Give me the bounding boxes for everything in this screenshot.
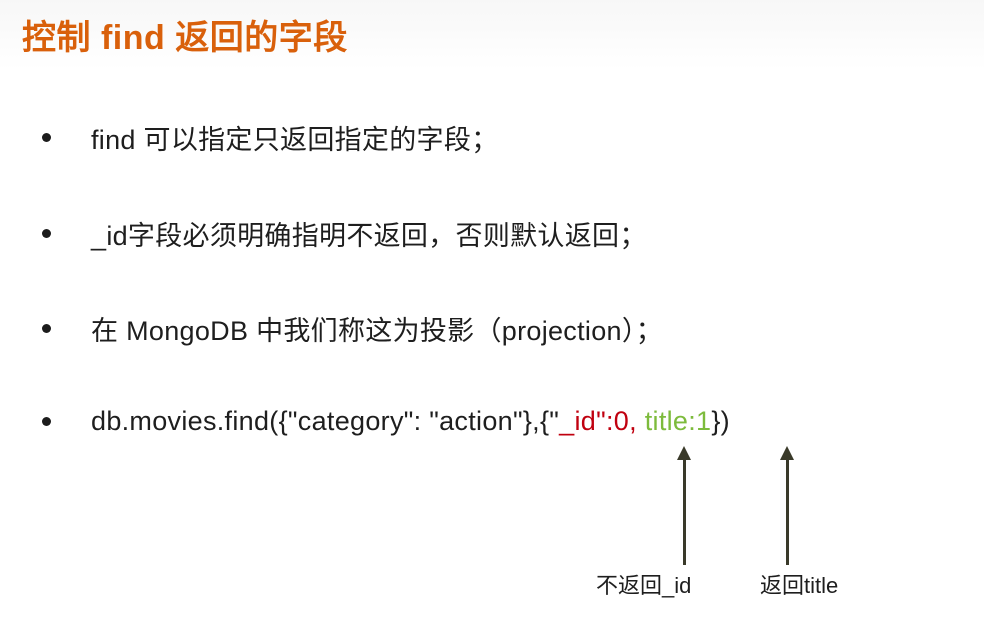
bullet-item: _id字段必须明确指明不返回，否则默认返回； — [42, 213, 647, 253]
code-bullet-item: db.movies.find({"category": "action"},{"… — [42, 401, 730, 441]
annotation-include-title: 返回title — [760, 573, 839, 598]
bullet-item: 在 MongoDB 中我们称这为投影（projection）； — [42, 308, 663, 348]
arrow-shaft — [786, 458, 789, 565]
bullet-text: 在 MongoDB 中我们称这为投影（projection）； — [91, 315, 663, 346]
code-title-projection: title:1 — [644, 405, 712, 436]
bullet-item: find 可以指定只返回指定的字段； — [42, 117, 498, 157]
slide: 控制 find 返回的字段 find 可以指定只返回指定的字段； _id字段必须… — [0, 0, 984, 644]
bullet-list: find 可以指定只返回指定的字段； _id字段必须明确指明不返回，否则默认返回… — [0, 0, 984, 644]
bullet-text: _id字段必须明确指明不返回，否则默认返回； — [91, 220, 647, 251]
bullet-dot-icon — [42, 323, 51, 333]
bullet-dot-icon — [42, 132, 51, 142]
code-suffix: }) — [711, 405, 730, 436]
code-example: db.movies.find({"category": "action"},{"… — [91, 406, 730, 437]
code-separator — [637, 406, 645, 436]
bullet-text: find 可以指定只返回指定的字段； — [91, 124, 499, 155]
code-prefix: db.movies.find({"category": "action"},{" — [91, 405, 560, 436]
annotation-exclude-id: 不返回_id — [596, 573, 692, 598]
arrow-shaft — [683, 458, 686, 565]
code-id-projection: _id":0, — [559, 405, 637, 436]
bullet-dot-icon — [42, 416, 51, 426]
bullet-dot-icon — [42, 228, 51, 238]
